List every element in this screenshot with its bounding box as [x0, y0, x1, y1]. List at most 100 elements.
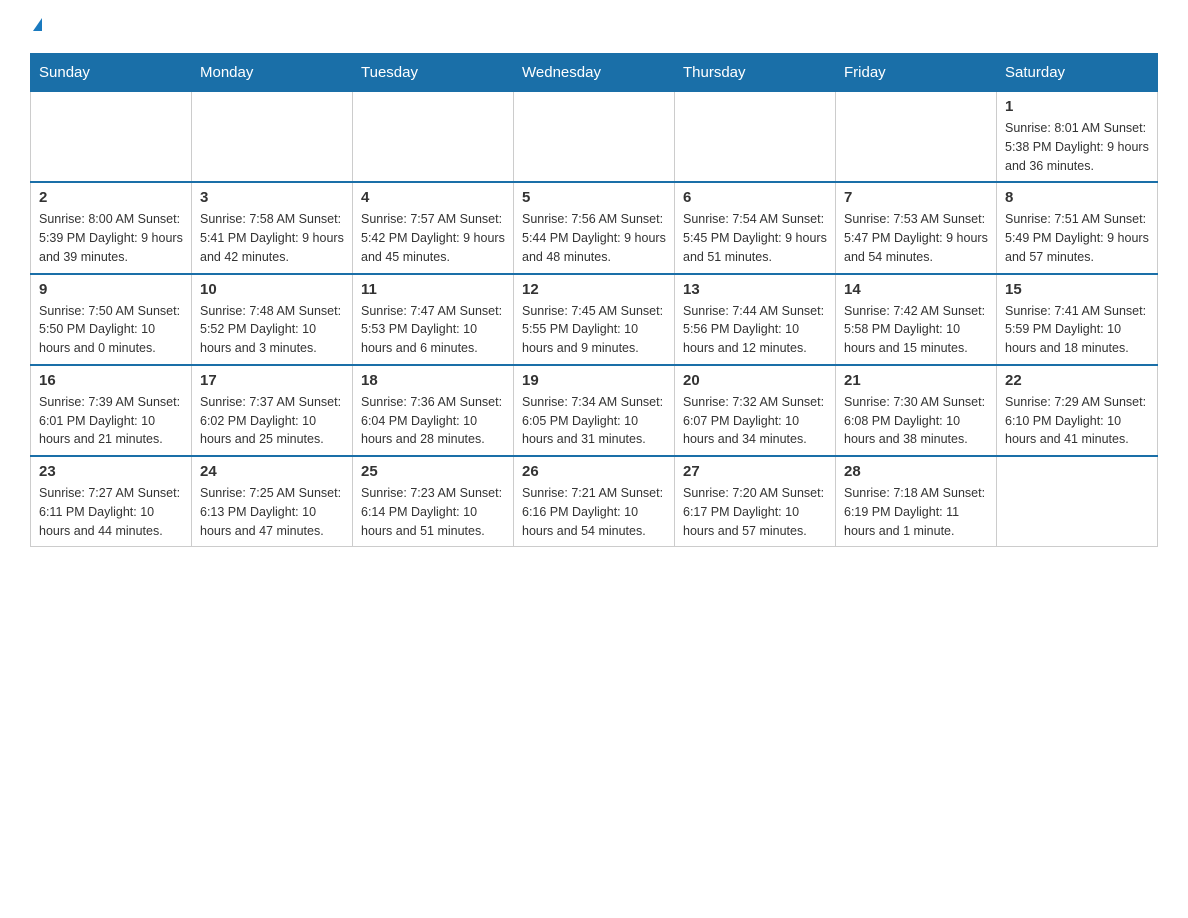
day-info: Sunrise: 8:01 AM Sunset: 5:38 PM Dayligh… [1005, 119, 1149, 175]
day-info: Sunrise: 7:27 AM Sunset: 6:11 PM Dayligh… [39, 484, 183, 540]
calendar-week-row: 1Sunrise: 8:01 AM Sunset: 5:38 PM Daylig… [31, 92, 1158, 183]
day-number: 23 [39, 463, 183, 480]
day-number: 13 [683, 281, 827, 298]
weekday-header-monday: Monday [192, 54, 353, 92]
calendar-cell: 3 Sunrise: 7:58 AM Sunset: 5:41 PM Daylig… [192, 182, 353, 273]
weekday-header-row: SundayMondayTuesdayWednesdayThursdayFrid… [31, 54, 1158, 92]
calendar-cell: 7 Sunrise: 7:53 AM Sunset: 5:47 PM Daylig… [836, 182, 997, 273]
day-info: Sunrise: 7:36 AM Sunset: 6:04 PM Dayligh… [361, 393, 505, 449]
weekday-header-wednesday: Wednesday [514, 54, 675, 92]
day-info: Sunrise: 7:30 AM Sunset: 6:08 PM Dayligh… [844, 393, 988, 449]
calendar-cell: 15 Sunrise: 7:41 AM Sunset: 5:59 PM Dayli… [997, 274, 1158, 365]
day-info: Sunrise: 7:44 AM Sunset: 5:56 PM Dayligh… [683, 302, 827, 358]
calendar-cell [192, 92, 353, 183]
day-number: 12 [522, 281, 666, 298]
day-info: Sunrise: 7:56 AM Sunset: 5:44 PM Dayligh… [522, 210, 666, 266]
day-number: 14 [844, 281, 988, 298]
day-info: Sunrise: 7:53 AM Sunset: 5:47 PM Dayligh… [844, 210, 988, 266]
weekday-header-friday: Friday [836, 54, 997, 92]
calendar-cell: 11 Sunrise: 7:47 AM Sunset: 5:53 PM Dayli… [353, 274, 514, 365]
calendar-cell: 17Sunrise: 7:37 AM Sunset: 6:02 PM Dayli… [192, 365, 353, 456]
calendar-cell [353, 92, 514, 183]
calendar-week-row: 9 Sunrise: 7:50 AM Sunset: 5:50 PM Daylig… [31, 274, 1158, 365]
day-number: 9 [39, 281, 183, 298]
day-info: Sunrise: 7:50 AM Sunset: 5:50 PM Dayligh… [39, 302, 183, 358]
day-number: 28 [844, 463, 988, 480]
calendar-cell: 9 Sunrise: 7:50 AM Sunset: 5:50 PM Daylig… [31, 274, 192, 365]
page-header [30, 20, 1158, 33]
day-number: 10 [200, 281, 344, 298]
day-number: 15 [1005, 281, 1149, 298]
day-info: Sunrise: 7:39 AM Sunset: 6:01 PM Dayligh… [39, 393, 183, 449]
calendar-cell [31, 92, 192, 183]
day-info: Sunrise: 7:18 AM Sunset: 6:19 PM Dayligh… [844, 484, 988, 540]
weekday-header-tuesday: Tuesday [353, 54, 514, 92]
calendar-week-row: 23 Sunrise: 7:27 AM Sunset: 6:11 PM Dayli… [31, 456, 1158, 547]
calendar-week-row: 2 Sunrise: 8:00 AM Sunset: 5:39 PM Daylig… [31, 182, 1158, 273]
day-info: Sunrise: 7:37 AM Sunset: 6:02 PM Dayligh… [200, 393, 344, 449]
calendar-cell: 2 Sunrise: 8:00 AM Sunset: 5:39 PM Daylig… [31, 182, 192, 273]
day-number: 20 [683, 372, 827, 389]
day-number: 7 [844, 189, 988, 206]
day-info: Sunrise: 7:45 AM Sunset: 5:55 PM Dayligh… [522, 302, 666, 358]
calendar-cell: 22 Sunrise: 7:29 AM Sunset: 6:10 PM Dayli… [997, 365, 1158, 456]
day-info: Sunrise: 7:48 AM Sunset: 5:52 PM Dayligh… [200, 302, 344, 358]
calendar-cell: 16 Sunrise: 7:39 AM Sunset: 6:01 PM Dayli… [31, 365, 192, 456]
day-number: 18 [361, 372, 505, 389]
weekday-header-thursday: Thursday [675, 54, 836, 92]
calendar-cell: 6 Sunrise: 7:54 AM Sunset: 5:45 PM Daylig… [675, 182, 836, 273]
calendar-cell: 14 Sunrise: 7:42 AM Sunset: 5:58 PM Dayli… [836, 274, 997, 365]
calendar-cell: 18 Sunrise: 7:36 AM Sunset: 6:04 PM Dayli… [353, 365, 514, 456]
day-number: 19 [522, 372, 666, 389]
day-info: Sunrise: 7:25 AM Sunset: 6:13 PM Dayligh… [200, 484, 344, 540]
day-number: 27 [683, 463, 827, 480]
day-info: Sunrise: 7:21 AM Sunset: 6:16 PM Dayligh… [522, 484, 666, 540]
day-number: 8 [1005, 189, 1149, 206]
day-info: Sunrise: 7:20 AM Sunset: 6:17 PM Dayligh… [683, 484, 827, 540]
day-number: 21 [844, 372, 988, 389]
calendar-cell: 13 Sunrise: 7:44 AM Sunset: 5:56 PM Dayli… [675, 274, 836, 365]
calendar-table: SundayMondayTuesdayWednesdayThursdayFrid… [30, 53, 1158, 547]
day-info: Sunrise: 7:58 AM Sunset: 5:41 PM Dayligh… [200, 210, 344, 266]
calendar-cell [675, 92, 836, 183]
calendar-cell: 12 Sunrise: 7:45 AM Sunset: 5:55 PM Dayli… [514, 274, 675, 365]
calendar-cell [997, 456, 1158, 547]
day-info: Sunrise: 7:42 AM Sunset: 5:58 PM Dayligh… [844, 302, 988, 358]
calendar-cell: 24 Sunrise: 7:25 AM Sunset: 6:13 PM Dayli… [192, 456, 353, 547]
day-number: 4 [361, 189, 505, 206]
day-info: Sunrise: 7:54 AM Sunset: 5:45 PM Dayligh… [683, 210, 827, 266]
calendar-cell: 19 Sunrise: 7:34 AM Sunset: 6:05 PM Dayli… [514, 365, 675, 456]
calendar-cell: 23 Sunrise: 7:27 AM Sunset: 6:11 PM Dayli… [31, 456, 192, 547]
calendar-cell: 8 Sunrise: 7:51 AM Sunset: 5:49 PM Daylig… [997, 182, 1158, 273]
day-info: Sunrise: 7:23 AM Sunset: 6:14 PM Dayligh… [361, 484, 505, 540]
calendar-cell: 21 Sunrise: 7:30 AM Sunset: 6:08 PM Dayli… [836, 365, 997, 456]
day-info: Sunrise: 7:47 AM Sunset: 5:53 PM Dayligh… [361, 302, 505, 358]
day-info: Sunrise: 7:29 AM Sunset: 6:10 PM Dayligh… [1005, 393, 1149, 449]
day-info: Sunrise: 7:57 AM Sunset: 5:42 PM Dayligh… [361, 210, 505, 266]
day-number: 16 [39, 372, 183, 389]
day-number: 24 [200, 463, 344, 480]
day-info: Sunrise: 8:00 AM Sunset: 5:39 PM Dayligh… [39, 210, 183, 266]
day-number: 3 [200, 189, 344, 206]
calendar-cell: 4 Sunrise: 7:57 AM Sunset: 5:42 PM Daylig… [353, 182, 514, 273]
calendar-cell: 5 Sunrise: 7:56 AM Sunset: 5:44 PM Daylig… [514, 182, 675, 273]
calendar-cell: 1Sunrise: 8:01 AM Sunset: 5:38 PM Daylig… [997, 92, 1158, 183]
calendar-week-row: 16 Sunrise: 7:39 AM Sunset: 6:01 PM Dayli… [31, 365, 1158, 456]
day-number: 6 [683, 189, 827, 206]
logo-triangle-icon [33, 18, 42, 31]
calendar-cell: 10 Sunrise: 7:48 AM Sunset: 5:52 PM Dayli… [192, 274, 353, 365]
calendar-cell: 20 Sunrise: 7:32 AM Sunset: 6:07 PM Dayli… [675, 365, 836, 456]
day-info: Sunrise: 7:51 AM Sunset: 5:49 PM Dayligh… [1005, 210, 1149, 266]
day-number: 11 [361, 281, 505, 298]
calendar-cell: 27 Sunrise: 7:20 AM Sunset: 6:17 PM Dayli… [675, 456, 836, 547]
day-info: Sunrise: 7:34 AM Sunset: 6:05 PM Dayligh… [522, 393, 666, 449]
day-number: 25 [361, 463, 505, 480]
day-info: Sunrise: 7:32 AM Sunset: 6:07 PM Dayligh… [683, 393, 827, 449]
day-number: 22 [1005, 372, 1149, 389]
weekday-header-saturday: Saturday [997, 54, 1158, 92]
calendar-cell [514, 92, 675, 183]
day-info: Sunrise: 7:41 AM Sunset: 5:59 PM Dayligh… [1005, 302, 1149, 358]
day-number: 5 [522, 189, 666, 206]
weekday-header-sunday: Sunday [31, 54, 192, 92]
day-number: 2 [39, 189, 183, 206]
